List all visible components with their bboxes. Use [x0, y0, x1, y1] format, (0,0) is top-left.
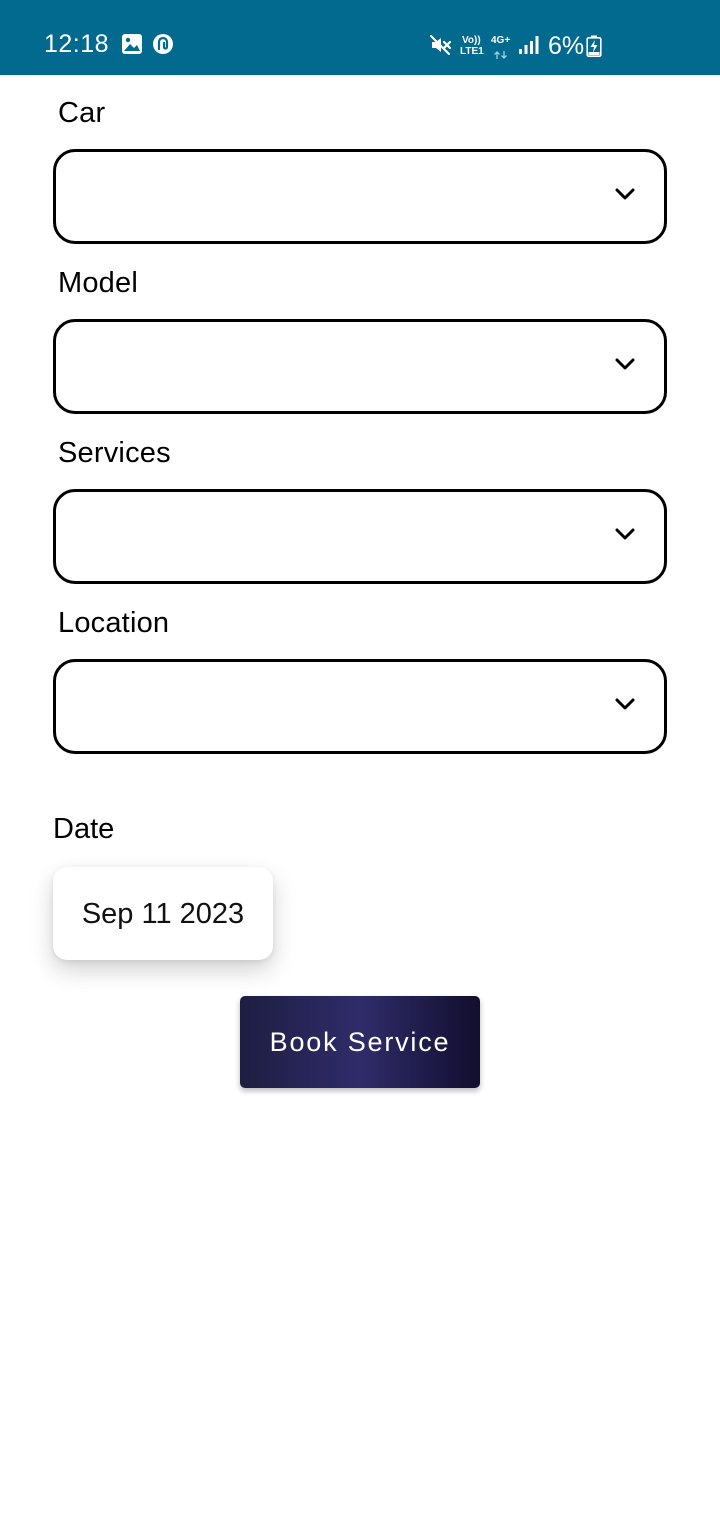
date-label: Date: [53, 813, 115, 845]
mute-icon: [430, 35, 452, 60]
signal-icon: [518, 35, 540, 60]
services-dropdown[interactable]: [53, 489, 667, 584]
car-dropdown[interactable]: [53, 149, 667, 244]
date-value: Sep 11 2023: [81, 898, 245, 930]
services-label: Services: [58, 437, 171, 469]
status-bar: 12:18 Vo)) LTE1 4G+ 6%: [0, 0, 720, 75]
chevron-down-icon: [614, 697, 636, 716]
date-picker-button[interactable]: Sep 11 2023: [53, 867, 273, 960]
network-type-label: 4G+: [491, 35, 511, 46]
battery-charging-icon: [586, 35, 602, 62]
status-time: 12:18: [44, 30, 110, 58]
app-notification-icon: [152, 33, 174, 60]
chevron-down-icon: [614, 527, 636, 546]
gallery-icon: [121, 33, 143, 60]
chevron-down-icon: [614, 357, 636, 376]
volte-label-bottom: LTE1: [460, 46, 484, 57]
car-label: Car: [58, 97, 106, 129]
location-label: Location: [58, 607, 170, 639]
data-arrows-icon: [493, 47, 509, 65]
model-label: Model: [58, 267, 138, 299]
book-service-button[interactable]: Book Service: [240, 996, 480, 1088]
model-dropdown[interactable]: [53, 319, 667, 414]
volte-label-top: Vo)): [462, 35, 481, 46]
chevron-down-icon: [614, 187, 636, 206]
battery-percent: 6%: [548, 32, 585, 60]
location-dropdown[interactable]: [53, 659, 667, 754]
